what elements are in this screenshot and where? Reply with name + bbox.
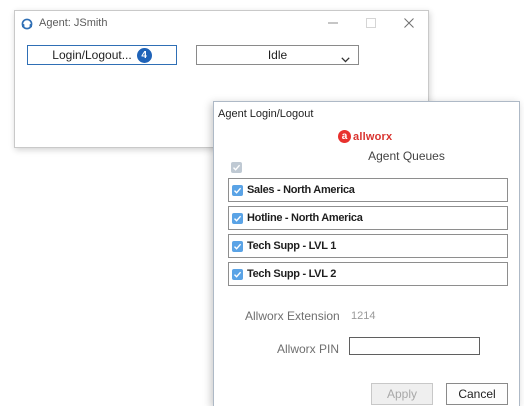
maximize-icon[interactable]: [352, 11, 390, 35]
extension-label: Allworx Extension: [245, 309, 340, 323]
allworx-logo: a allworx: [338, 130, 392, 143]
apply-button[interactable]: Apply: [371, 383, 433, 405]
checkmark-icon[interactable]: [232, 268, 243, 280]
pin-input[interactable]: [349, 337, 480, 355]
login-logout-label: Login/Logout...: [52, 48, 132, 62]
select-all-checkbox[interactable]: [231, 162, 242, 173]
checkmark-icon[interactable]: [232, 240, 243, 252]
queue-count-badge: 4: [136, 47, 152, 63]
title-bar[interactable]: Agent: JSmith: [15, 11, 428, 35]
queue-item-tech-supp-lvl-1[interactable]: Tech Supp - LVL 1: [228, 234, 508, 258]
queue-label: Tech Supp - LVL 2: [247, 268, 337, 280]
queue-list: Sales - North America Hotline - North Am…: [228, 178, 508, 290]
pin-label: Allworx PIN: [277, 342, 340, 356]
window-controls: [314, 11, 428, 35]
checkmark-icon[interactable]: [232, 212, 243, 224]
window-title: Agent: JSmith: [39, 17, 108, 29]
queue-label: Hotline - North America: [247, 212, 363, 224]
close-icon[interactable]: [390, 11, 428, 35]
extension-value: 1214: [351, 310, 376, 322]
allworx-logo-mark: a: [338, 130, 351, 143]
login-logout-button[interactable]: Login/Logout... 4: [27, 45, 177, 65]
dialog-title: Agent Login/Logout: [218, 108, 314, 120]
checkmark-icon[interactable]: [232, 184, 243, 196]
queue-item-hotline-north-america[interactable]: Hotline - North America: [228, 206, 508, 230]
agent-status-select[interactable]: Idle: [196, 45, 359, 65]
minimize-icon[interactable]: [314, 11, 352, 35]
allworx-logo-text: allworx: [353, 130, 393, 143]
cancel-button[interactable]: Cancel: [446, 383, 508, 405]
queue-item-tech-supp-lvl-2[interactable]: Tech Supp - LVL 2: [228, 262, 508, 286]
queue-label: Tech Supp - LVL 1: [247, 240, 337, 252]
agent-login-logout-dialog: Agent Login/Logout a allworx Agent Queue…: [213, 101, 520, 406]
queue-item-sales-north-america[interactable]: Sales - North America: [228, 178, 508, 202]
queue-label: Sales - North America: [247, 184, 355, 196]
agent-queues-label: Agent Queues: [368, 149, 445, 163]
headset-icon: [21, 17, 33, 30]
status-value: Idle: [267, 48, 288, 62]
chevron-down-icon: [341, 52, 350, 66]
